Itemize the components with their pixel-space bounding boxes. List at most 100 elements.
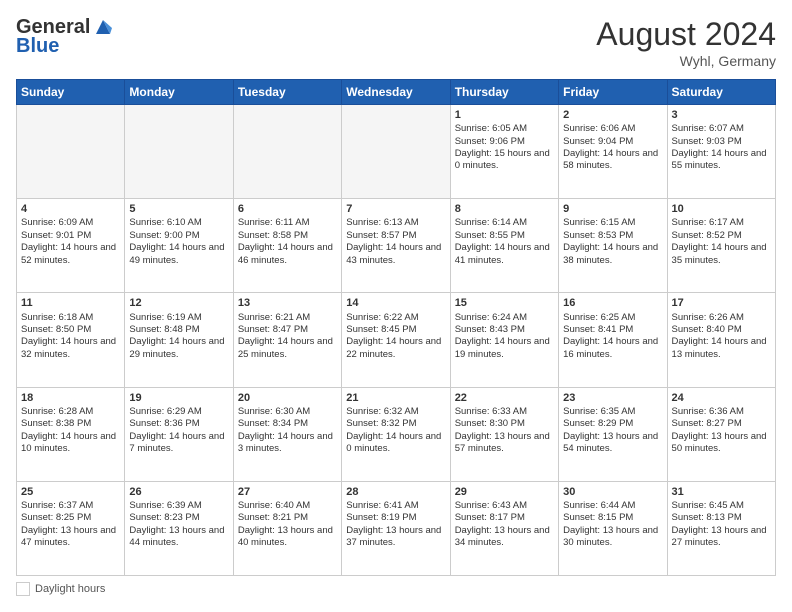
day-number: 22 <box>455 391 554 405</box>
sunrise-text: Sunrise: 6:18 AM <box>21 312 120 324</box>
calendar-cell-12: 12Sunrise: 6:19 AMSunset: 8:48 PMDayligh… <box>125 293 233 387</box>
sunrise-text: Sunrise: 6:41 AM <box>346 500 445 512</box>
day-number: 14 <box>346 296 445 310</box>
day-number: 20 <box>238 391 337 405</box>
daylight-text: Daylight: 14 hours and 0 minutes. <box>346 431 445 456</box>
day-number: 1 <box>455 108 554 122</box>
day-number: 2 <box>563 108 662 122</box>
calendar-header-friday: Friday <box>559 80 667 105</box>
sunrise-text: Sunrise: 6:29 AM <box>129 406 228 418</box>
calendar-header-wednesday: Wednesday <box>342 80 450 105</box>
day-number: 5 <box>129 202 228 216</box>
sunset-text: Sunset: 8:41 PM <box>563 324 662 336</box>
footer-label: Daylight hours <box>35 583 105 595</box>
calendar-header-row: SundayMondayTuesdayWednesdayThursdayFrid… <box>17 80 776 105</box>
title-block: August 2024 Wyhl, Germany <box>596 16 776 69</box>
daylight-text: Daylight: 15 hours and 0 minutes. <box>455 148 554 173</box>
daylight-text: Daylight: 14 hours and 13 minutes. <box>672 336 771 361</box>
day-number: 27 <box>238 485 337 499</box>
calendar-cell-30: 30Sunrise: 6:44 AMSunset: 8:15 PMDayligh… <box>559 481 667 575</box>
footer: Daylight hours <box>16 582 776 596</box>
daylight-text: Daylight: 13 hours and 50 minutes. <box>672 431 771 456</box>
calendar-week-3: 11Sunrise: 6:18 AMSunset: 8:50 PMDayligh… <box>17 293 776 387</box>
calendar-cell-28: 28Sunrise: 6:41 AMSunset: 8:19 PMDayligh… <box>342 481 450 575</box>
calendar-cell-7: 7Sunrise: 6:13 AMSunset: 8:57 PMDaylight… <box>342 199 450 293</box>
sunset-text: Sunset: 8:53 PM <box>563 230 662 242</box>
daylight-text: Daylight: 14 hours and 32 minutes. <box>21 336 120 361</box>
sunrise-text: Sunrise: 6:11 AM <box>238 217 337 229</box>
sunset-text: Sunset: 8:58 PM <box>238 230 337 242</box>
calendar-week-1: 1Sunrise: 6:05 AMSunset: 9:06 PMDaylight… <box>17 105 776 199</box>
calendar-cell-15: 15Sunrise: 6:24 AMSunset: 8:43 PMDayligh… <box>450 293 558 387</box>
calendar-cell-20: 20Sunrise: 6:30 AMSunset: 8:34 PMDayligh… <box>233 387 341 481</box>
sunrise-text: Sunrise: 6:22 AM <box>346 312 445 324</box>
daylight-text: Daylight: 14 hours and 7 minutes. <box>129 431 228 456</box>
calendar-cell-empty-0 <box>17 105 125 199</box>
sunset-text: Sunset: 8:19 PM <box>346 512 445 524</box>
day-number: 29 <box>455 485 554 499</box>
sunset-text: Sunset: 9:04 PM <box>563 136 662 148</box>
day-number: 4 <box>21 202 120 216</box>
calendar-cell-3: 3Sunrise: 6:07 AMSunset: 9:03 PMDaylight… <box>667 105 775 199</box>
sunrise-text: Sunrise: 6:14 AM <box>455 217 554 229</box>
sunset-text: Sunset: 8:55 PM <box>455 230 554 242</box>
sunset-text: Sunset: 8:57 PM <box>346 230 445 242</box>
sunrise-text: Sunrise: 6:28 AM <box>21 406 120 418</box>
daylight-text: Daylight: 14 hours and 16 minutes. <box>563 336 662 361</box>
footer-legend-box <box>16 582 30 596</box>
calendar-week-2: 4Sunrise: 6:09 AMSunset: 9:01 PMDaylight… <box>17 199 776 293</box>
calendar-cell-17: 17Sunrise: 6:26 AMSunset: 8:40 PMDayligh… <box>667 293 775 387</box>
sunset-text: Sunset: 9:06 PM <box>455 136 554 148</box>
calendar-cell-25: 25Sunrise: 6:37 AMSunset: 8:25 PMDayligh… <box>17 481 125 575</box>
sunset-text: Sunset: 8:45 PM <box>346 324 445 336</box>
sunset-text: Sunset: 8:15 PM <box>563 512 662 524</box>
calendar-cell-empty-2 <box>233 105 341 199</box>
logo-icon <box>92 16 114 38</box>
sunset-text: Sunset: 8:48 PM <box>129 324 228 336</box>
sunrise-text: Sunrise: 6:05 AM <box>455 123 554 135</box>
sunrise-text: Sunrise: 6:35 AM <box>563 406 662 418</box>
logo: General Blue <box>16 16 114 58</box>
daylight-text: Daylight: 14 hours and 41 minutes. <box>455 242 554 267</box>
daylight-text: Daylight: 14 hours and 22 minutes. <box>346 336 445 361</box>
daylight-text: Daylight: 14 hours and 25 minutes. <box>238 336 337 361</box>
daylight-text: Daylight: 13 hours and 44 minutes. <box>129 525 228 550</box>
daylight-text: Daylight: 14 hours and 46 minutes. <box>238 242 337 267</box>
sunset-text: Sunset: 8:30 PM <box>455 418 554 430</box>
sunrise-text: Sunrise: 6:30 AM <box>238 406 337 418</box>
sunrise-text: Sunrise: 6:09 AM <box>21 217 120 229</box>
day-number: 23 <box>563 391 662 405</box>
sunset-text: Sunset: 8:25 PM <box>21 512 120 524</box>
calendar-header-thursday: Thursday <box>450 80 558 105</box>
sunset-text: Sunset: 9:00 PM <box>129 230 228 242</box>
sunset-text: Sunset: 8:29 PM <box>563 418 662 430</box>
daylight-text: Daylight: 13 hours and 47 minutes. <box>21 525 120 550</box>
calendar-cell-10: 10Sunrise: 6:17 AMSunset: 8:52 PMDayligh… <box>667 199 775 293</box>
daylight-text: Daylight: 14 hours and 10 minutes. <box>21 431 120 456</box>
daylight-text: Daylight: 14 hours and 49 minutes. <box>129 242 228 267</box>
calendar-cell-27: 27Sunrise: 6:40 AMSunset: 8:21 PMDayligh… <box>233 481 341 575</box>
calendar-cell-22: 22Sunrise: 6:33 AMSunset: 8:30 PMDayligh… <box>450 387 558 481</box>
sunrise-text: Sunrise: 6:07 AM <box>672 123 771 135</box>
sunrise-text: Sunrise: 6:39 AM <box>129 500 228 512</box>
calendar-cell-empty-3 <box>342 105 450 199</box>
day-number: 15 <box>455 296 554 310</box>
daylight-text: Daylight: 14 hours and 19 minutes. <box>455 336 554 361</box>
daylight-text: Daylight: 13 hours and 57 minutes. <box>455 431 554 456</box>
sunrise-text: Sunrise: 6:44 AM <box>563 500 662 512</box>
calendar-cell-23: 23Sunrise: 6:35 AMSunset: 8:29 PMDayligh… <box>559 387 667 481</box>
daylight-text: Daylight: 13 hours and 37 minutes. <box>346 525 445 550</box>
sunset-text: Sunset: 8:50 PM <box>21 324 120 336</box>
sunset-text: Sunset: 8:23 PM <box>129 512 228 524</box>
calendar-cell-9: 9Sunrise: 6:15 AMSunset: 8:53 PMDaylight… <box>559 199 667 293</box>
sunrise-text: Sunrise: 6:10 AM <box>129 217 228 229</box>
calendar-cell-6: 6Sunrise: 6:11 AMSunset: 8:58 PMDaylight… <box>233 199 341 293</box>
sunrise-text: Sunrise: 6:17 AM <box>672 217 771 229</box>
sunrise-text: Sunrise: 6:24 AM <box>455 312 554 324</box>
day-number: 25 <box>21 485 120 499</box>
calendar-cell-11: 11Sunrise: 6:18 AMSunset: 8:50 PMDayligh… <box>17 293 125 387</box>
calendar-cell-16: 16Sunrise: 6:25 AMSunset: 8:41 PMDayligh… <box>559 293 667 387</box>
sunrise-text: Sunrise: 6:19 AM <box>129 312 228 324</box>
calendar-cell-31: 31Sunrise: 6:45 AMSunset: 8:13 PMDayligh… <box>667 481 775 575</box>
daylight-text: Daylight: 14 hours and 38 minutes. <box>563 242 662 267</box>
